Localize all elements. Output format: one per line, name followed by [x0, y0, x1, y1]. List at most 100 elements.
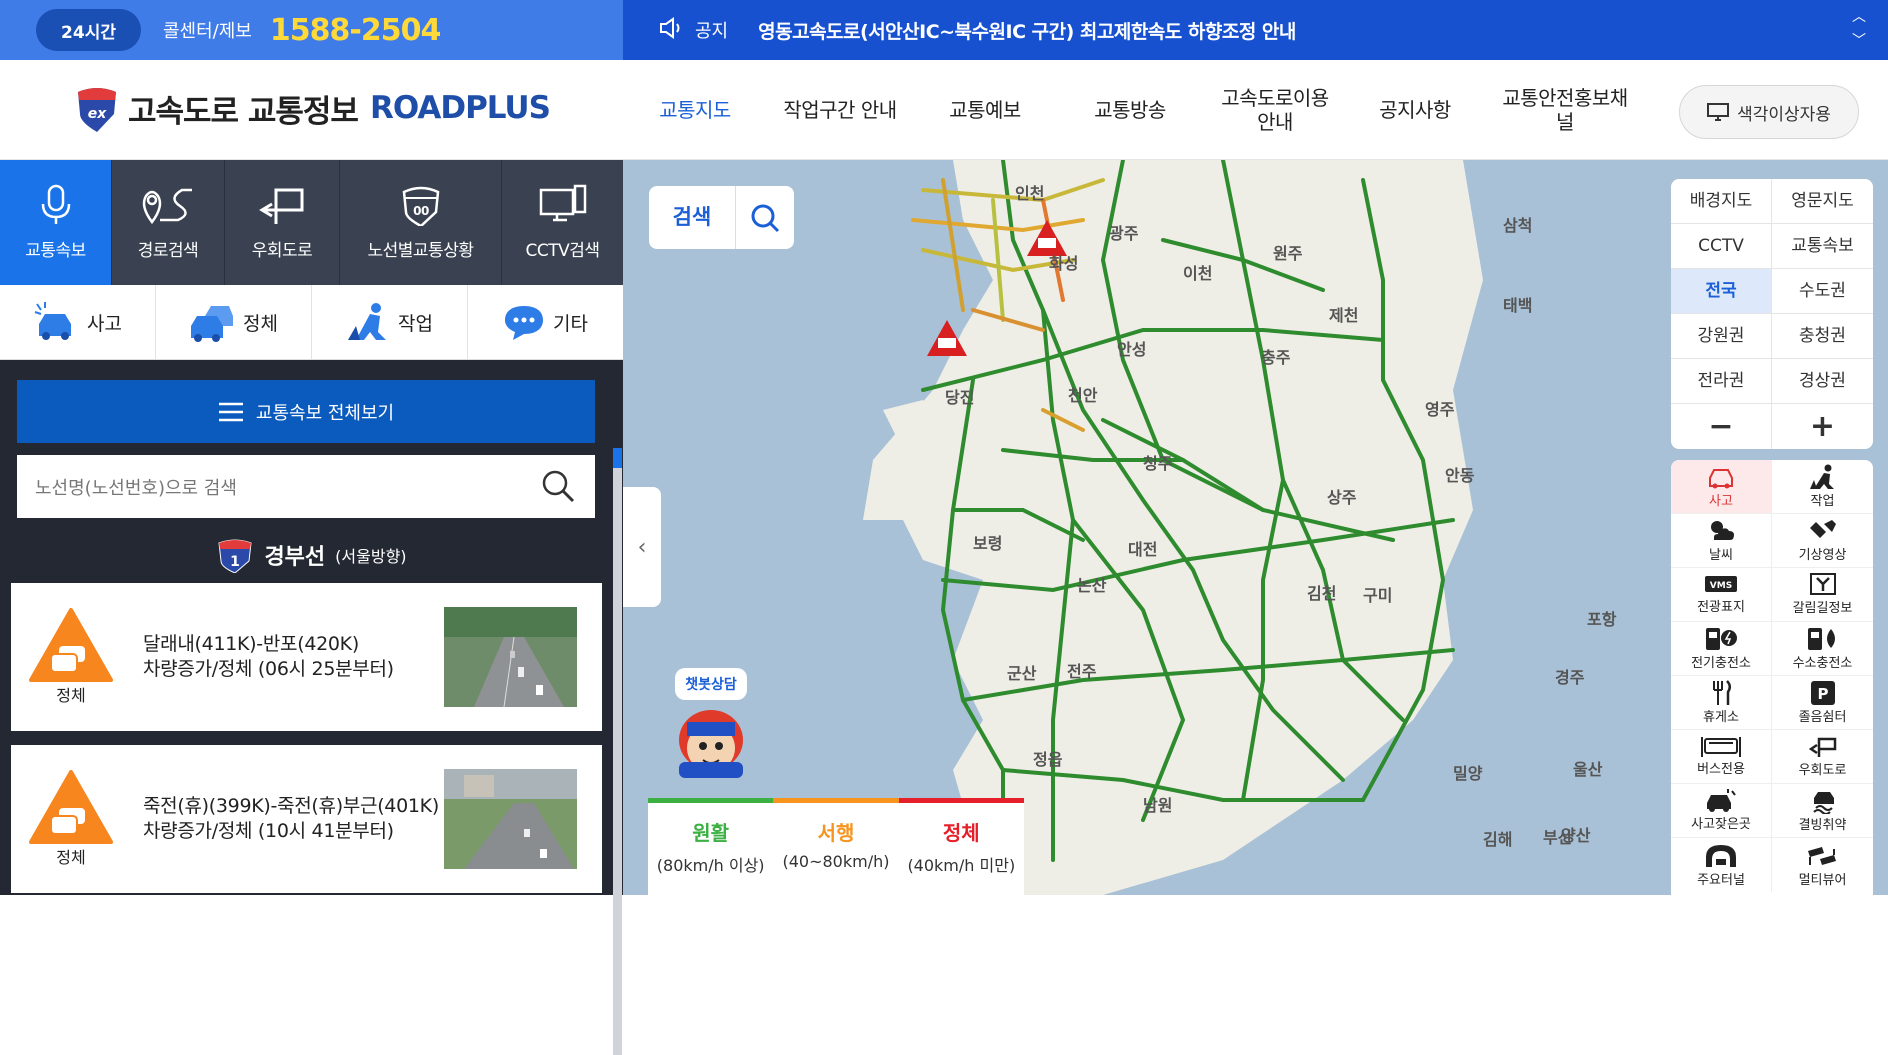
logo-title-kr: 고속도로 교통정보: [128, 93, 359, 130]
view-all-button[interactable]: 교통속보 전체보기: [17, 380, 595, 443]
cctv-thumbnail[interactable]: [444, 607, 577, 707]
overlay-tunnel[interactable]: 주요터널: [1671, 838, 1772, 892]
layer-traffic-news[interactable]: 교통속보: [1772, 224, 1873, 269]
overlay-multi-viewer[interactable]: 멀티뷰어: [1772, 838, 1873, 892]
category-work[interactable]: 작업: [312, 285, 468, 359]
overlay-bus-lane[interactable]: 버스전용: [1671, 730, 1772, 784]
phone-number[interactable]: 1588-2504: [270, 13, 441, 48]
sidebar-scrollbar[interactable]: [613, 448, 622, 1055]
menu-icon: [218, 402, 243, 421]
cctv-thumbnail[interactable]: [444, 769, 577, 869]
overlay-ev-charger[interactable]: 전기충전소: [1671, 622, 1772, 676]
colorblind-mode-button[interactable]: 색각이상자용: [1679, 85, 1859, 139]
category-accident[interactable]: 사고: [0, 285, 156, 359]
main-nav: 교통지도 작업구간 안내 교통예보 교통방송 고속도로이용안내 공지사항 교통안…: [635, 60, 1635, 160]
map-search-button[interactable]: 검색: [649, 186, 794, 249]
zoom-in-button[interactable]: +: [1772, 404, 1873, 449]
region-gangwon[interactable]: 강원권: [1671, 314, 1772, 359]
nav-work-zone[interactable]: 작업구간 안내: [755, 98, 925, 122]
chevron-up-icon[interactable]: ︿: [1852, 6, 1866, 26]
notice-bar[interactable]: 공지 영동고속도로(서안산IC~북수원IC 구간) 최고제한속도 하향조정 안내…: [623, 0, 1888, 60]
tab-traffic-news[interactable]: 교통속보: [0, 160, 112, 285]
tab-route-status[interactable]: 00 노선별교통상황: [340, 160, 502, 285]
overlay-hydrogen[interactable]: 수소충전소: [1772, 622, 1873, 676]
nav-broadcast[interactable]: 교통방송: [1045, 98, 1215, 122]
detour-icon: [1808, 737, 1836, 757]
city-label: 상주: [1327, 488, 1357, 507]
cars-congestion-icon: [191, 306, 234, 342]
route-name: 경부선: [264, 545, 326, 570]
status-badge: 정체: [11, 608, 131, 706]
city-label: 남원: [1143, 796, 1173, 815]
overlay-junction[interactable]: 갈림길정보: [1772, 568, 1873, 622]
region-gyeongsang[interactable]: 경상권: [1772, 359, 1873, 404]
nav-forecast[interactable]: 교통예보: [925, 98, 1045, 122]
incident-card[interactable]: 정체 달래내(411K)-반포(420K) 차량증가/정체 (06시 25분부터…: [11, 583, 602, 731]
notice-text[interactable]: 영동고속도로(서안산IC~북수원IC 구간) 최고제한속도 하향조정 안내: [758, 17, 1296, 44]
chatbot-button[interactable]: 챗봇상담: [671, 668, 751, 778]
overlay-accident[interactable]: 사고: [1671, 460, 1772, 514]
overlay-accident-prone[interactable]: 사고잦은곳: [1671, 784, 1772, 838]
detour-sign-icon: [259, 188, 304, 224]
chat-bubble-icon: [505, 306, 544, 340]
region-jeolla[interactable]: 전라권: [1671, 359, 1772, 404]
route-search-input[interactable]: 노선명(노선번호)으로 검색: [17, 455, 595, 518]
incident-card[interactable]: 정체 죽전(휴)(399K)-죽전(휴)부근(401K) 차량증가/정체 (10…: [11, 745, 602, 893]
speaker-icon: [659, 17, 685, 43]
junction-icon: [1809, 573, 1836, 595]
nav-traffic-map[interactable]: 교통지도: [635, 98, 755, 122]
overlay-vms[interactable]: VMS 전광표지: [1671, 568, 1772, 622]
highway-shield-icon: 00: [402, 186, 439, 226]
category-congestion[interactable]: 정체: [156, 285, 312, 359]
city-label: 전주: [1067, 662, 1097, 681]
overlay-detour[interactable]: 우회도로: [1772, 730, 1873, 784]
search-icon[interactable]: [541, 469, 575, 503]
layer-cctv[interactable]: CCTV: [1671, 224, 1772, 269]
city-label: 천안: [1068, 386, 1098, 405]
site-header: ex 고속도로 교통정보 ROADPLUS 교통지도 작업구간 안내 교통예보 …: [0, 60, 1888, 160]
overlay-weather-video[interactable]: 기상영상: [1772, 514, 1873, 568]
svg-text:ex: ex: [88, 106, 107, 122]
layer-english-map[interactable]: 영문지도: [1772, 179, 1873, 224]
vms-icon: VMS: [1705, 576, 1737, 592]
region-chungcheong[interactable]: 충청권: [1772, 314, 1873, 359]
microphone-icon: [41, 184, 70, 224]
incident-text: 죽전(휴)(399K)-죽전(휴)부근(401K) 차량증가/정체 (10시 4…: [143, 795, 439, 842]
congestion-warning-icon: [29, 608, 113, 682]
scrollbar-thumb[interactable]: [613, 448, 622, 468]
city-label: 인천: [1015, 184, 1045, 203]
chevron-down-icon[interactable]: ﹀: [1852, 30, 1866, 50]
tab-route-search[interactable]: 경로검색: [112, 160, 225, 285]
collapse-sidebar-button[interactable]: ‹: [623, 487, 661, 607]
parking-icon: P: [1810, 681, 1835, 705]
route-shield-icon: 1: [218, 539, 252, 573]
city-label: 충주: [1261, 348, 1291, 367]
overlay-icing[interactable]: 결빙취약: [1772, 784, 1873, 838]
city-label: 구미: [1363, 586, 1393, 605]
nav-notice[interactable]: 공지사항: [1335, 98, 1495, 122]
nav-safety-channel[interactable]: 교통안전홍보채널: [1495, 86, 1635, 134]
overlay-drowsy-shelter[interactable]: P 졸음쉼터: [1772, 676, 1873, 730]
nav-guide[interactable]: 고속도로이용안내: [1215, 86, 1335, 134]
city-label: 보령: [973, 534, 1003, 553]
site-logo[interactable]: ex 고속도로 교통정보 ROADPLUS: [74, 84, 551, 132]
search-icon: [751, 204, 780, 232]
traffic-map[interactable]: 삼척 태백 제천 충주 영주 안동 상주 김천 구미 포항 경주 울산 밀양 김…: [623, 160, 1888, 895]
zoom-out-button[interactable]: −: [1671, 404, 1772, 449]
city-label: 경주: [1555, 668, 1585, 687]
bus-icon: [1701, 737, 1741, 757]
car-crash-icon: [34, 302, 72, 340]
tab-detour[interactable]: 우회도로: [225, 160, 340, 285]
layer-base-map[interactable]: 배경지도: [1671, 179, 1772, 224]
region-nationwide[interactable]: 전국: [1671, 269, 1772, 314]
overlay-rest-area[interactable]: 휴게소: [1671, 676, 1772, 730]
category-etc[interactable]: 기타: [468, 285, 623, 359]
region-capital[interactable]: 수도권: [1772, 269, 1873, 314]
accident-icon: [1709, 469, 1733, 489]
overlay-weather[interactable]: 날씨: [1671, 514, 1772, 568]
incident-text: 달래내(411K)-반포(420K) 차량증가/정체 (06시 25분부터): [143, 633, 394, 680]
congestion-warning-icon: [29, 770, 113, 844]
overlay-work[interactable]: 작업: [1772, 460, 1873, 514]
tab-cctv-search[interactable]: CCTV검색: [502, 160, 623, 285]
city-label: 광주: [1109, 224, 1139, 243]
